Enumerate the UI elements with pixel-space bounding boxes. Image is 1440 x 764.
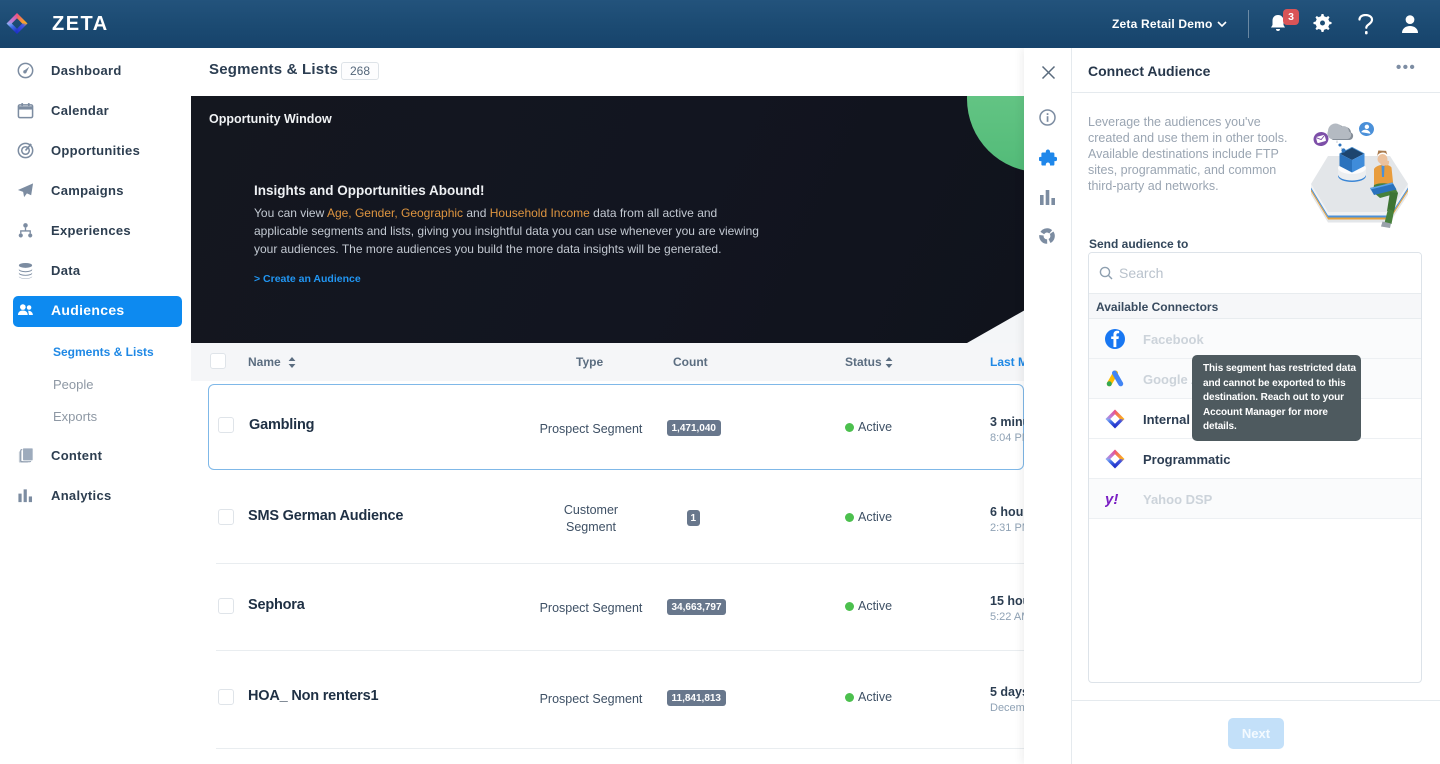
svg-text:y!: y! — [1105, 491, 1118, 507]
